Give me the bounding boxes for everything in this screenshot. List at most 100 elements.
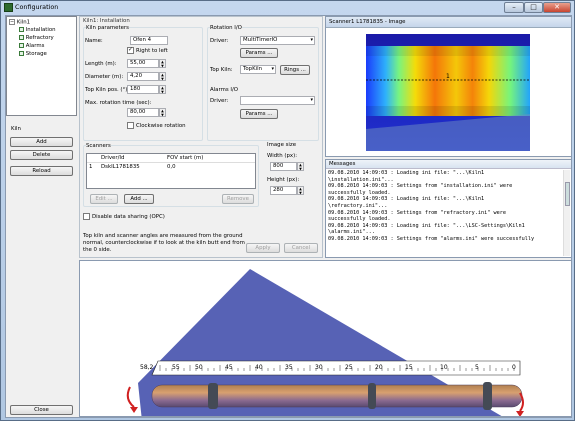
top-kiln-pos-field[interactable]: 180 <box>127 85 159 94</box>
close-window-button[interactable]: ✕ <box>543 2 571 13</box>
message-line: successfully loaded. <box>328 216 391 223</box>
max-rotation-spinner[interactable]: ▲ ▼ <box>159 108 166 117</box>
top-kiln-select[interactable]: TopKiln ▾ <box>240 65 276 74</box>
scanner-row-num: 1 <box>89 164 93 170</box>
top-kiln-pos-spinner[interactable]: ▲ ▼ <box>159 85 166 94</box>
collapse-icon[interactable]: − <box>9 19 15 25</box>
rotation-io-title: Rotation I/O <box>210 25 242 31</box>
ruler-tick-label: 10 <box>440 364 448 371</box>
clockwise-label: Clockwise rotation <box>136 123 186 129</box>
tree-item-label: Refractory <box>25 35 54 41</box>
scanner-marker: 1 <box>446 73 450 80</box>
ruler-tick-label: 30 <box>315 364 323 371</box>
tree-item-refractory[interactable]: Refractory <box>19 35 54 41</box>
kiln-section-label: Kiln <box>11 126 21 132</box>
length-label: Length (m): <box>85 61 117 67</box>
image-size-title: Image size <box>267 142 297 148</box>
length-field[interactable]: 55,00 <box>127 59 159 68</box>
scanners-table[interactable]: Driver/Id FOV start (m) 1 DskIL1781835 0… <box>86 153 256 189</box>
edit-scanner-button[interactable]: Edit ... <box>90 194 118 204</box>
kiln-tree[interactable]: − Kiln1 Installation Refractory Alarms S… <box>6 16 77 116</box>
diameter-spinner[interactable]: ▲ ▼ <box>159 72 166 81</box>
right-to-left-checkbox[interactable] <box>127 46 134 54</box>
chevron-down-icon: ▾ <box>310 97 313 103</box>
alarms-params-button[interactable]: Params ... <box>240 109 278 119</box>
ruler-tick-label: 25 <box>345 364 353 371</box>
title-bar[interactable]: Configuration – □ ✕ <box>1 1 574 14</box>
ruler-tick-label: 58,2 <box>140 364 154 371</box>
ruler-tick-label: 40 <box>255 364 263 371</box>
messages-panel: Messages 09.08.2010 14:09:03 : Loading i… <box>325 159 572 258</box>
kiln-ring <box>208 383 218 409</box>
node-icon <box>19 27 24 32</box>
tree-root[interactable]: − Kiln1 <box>9 19 30 26</box>
max-rotation-label: Max. rotation time (sec): <box>85 100 152 106</box>
scanner-panel-title: Scanner1 L1781835 - Image <box>329 19 406 25</box>
close-button[interactable]: Close <box>10 405 73 415</box>
message-line: 09.08.2010 14:09:03 : Settings from "ins… <box>328 183 513 190</box>
tree-item-alarms[interactable]: Alarms <box>19 43 44 49</box>
scanner-panel-titlebar: Scanner1 L1781835 - Image <box>326 17 571 28</box>
col-driver-id: Driver/Id <box>101 155 125 161</box>
add-scanner-button[interactable]: Add ... <box>124 194 154 204</box>
node-icon <box>19 51 24 56</box>
kiln-3d-view[interactable]: 58,2 55 50 45 40 35 30 25 20 15 10 5 0 <box>79 260 572 417</box>
ruler-tick-label: 50 <box>195 364 203 371</box>
rotation-driver-select[interactable]: MultiTimerIO ▾ <box>240 36 315 45</box>
add-kiln-button[interactable]: Add <box>10 137 73 147</box>
thermal-image[interactable] <box>366 34 530 151</box>
maximize-button[interactable]: □ <box>524 2 543 13</box>
node-icon <box>19 43 24 48</box>
disable-opc-label: Disable data sharing (OPC) <box>92 214 165 220</box>
configuration-window: Configuration – □ ✕ − Kiln1 Installation… <box>0 0 575 421</box>
node-icon <box>19 35 24 40</box>
height-spinner[interactable]: ▲ ▼ <box>297 186 304 195</box>
diameter-field[interactable]: 4,20 <box>127 72 159 81</box>
length-spinner[interactable]: ▲ ▼ <box>159 59 166 68</box>
scanner-row-id[interactable]: DskIL1781835 <box>101 164 140 170</box>
remove-scanner-button[interactable]: Remove <box>222 194 254 204</box>
width-spinner[interactable]: ▲ ▼ <box>297 162 304 171</box>
tree-item-label: Alarms <box>25 43 45 49</box>
diameter-label: Diameter (m): <box>85 74 124 80</box>
rings-button[interactable]: Rings ... <box>280 65 310 75</box>
clockwise-checkbox[interactable] <box>127 122 134 129</box>
delete-kiln-button[interactable]: Delete <box>10 150 73 160</box>
ruler-tick-label: 55 <box>172 364 180 371</box>
minimize-button[interactable]: – <box>504 2 524 13</box>
message-line: \installation.ini"... <box>328 176 394 183</box>
height-field[interactable]: 280 <box>270 186 297 195</box>
chevron-down-icon: ▾ <box>310 37 313 43</box>
apply-button[interactable]: Apply <box>246 243 280 253</box>
alarms-driver-select[interactable]: ▾ <box>240 96 315 105</box>
tree-item-storage[interactable]: Storage <box>19 51 47 57</box>
messages-titlebar: Messages <box>326 160 571 169</box>
rotation-driver-label: Driver: <box>210 38 229 44</box>
installation-panel: Kiln1: Installation Kiln parameters Name… <box>79 16 323 258</box>
width-field[interactable]: 800 <box>270 162 297 171</box>
ruler-tick-label: 45 <box>225 364 233 371</box>
tree-item-installation[interactable]: Installation <box>19 27 56 33</box>
header-divider <box>87 162 255 163</box>
message-line: 09.08.2010 14:09:03 : Loading ini file: … <box>328 222 525 229</box>
max-rotation-field[interactable]: 80,00 <box>127 108 159 117</box>
name-field[interactable]: Ofen 4 <box>130 36 168 45</box>
top-kiln-pos-label: Top Kiln pos. (°): <box>85 87 130 93</box>
scanners-title: Scanners <box>86 143 111 149</box>
right-to-left-label: Right to left <box>136 48 168 54</box>
rotation-params-button[interactable]: Params ... <box>240 48 278 58</box>
messages-scrollbar[interactable] <box>563 170 570 256</box>
message-line: 09.08.2010 14:09:03 : Settings from "ala… <box>328 235 535 242</box>
rotation-arrow-left <box>130 407 138 413</box>
scanner-row-fov[interactable]: 0,0 <box>167 164 176 170</box>
message-line: \alarms.ini"... <box>328 229 375 236</box>
message-line: 09.08.2010 14:09:03 : Settings from "ref… <box>328 209 507 216</box>
scrollbar-thumb[interactable] <box>565 182 570 206</box>
cancel-button[interactable]: Cancel <box>284 243 318 253</box>
rotation-driver-value: MultiTimerIO <box>243 37 278 43</box>
disable-opc-checkbox[interactable] <box>83 213 90 220</box>
client-area: − Kiln1 Installation Refractory Alarms S… <box>5 15 572 418</box>
reload-button[interactable]: Reload <box>10 166 73 176</box>
messages-log[interactable]: 09.08.2010 14:09:03 : Loading ini file: … <box>328 170 560 256</box>
kiln-cylinder <box>152 385 522 407</box>
